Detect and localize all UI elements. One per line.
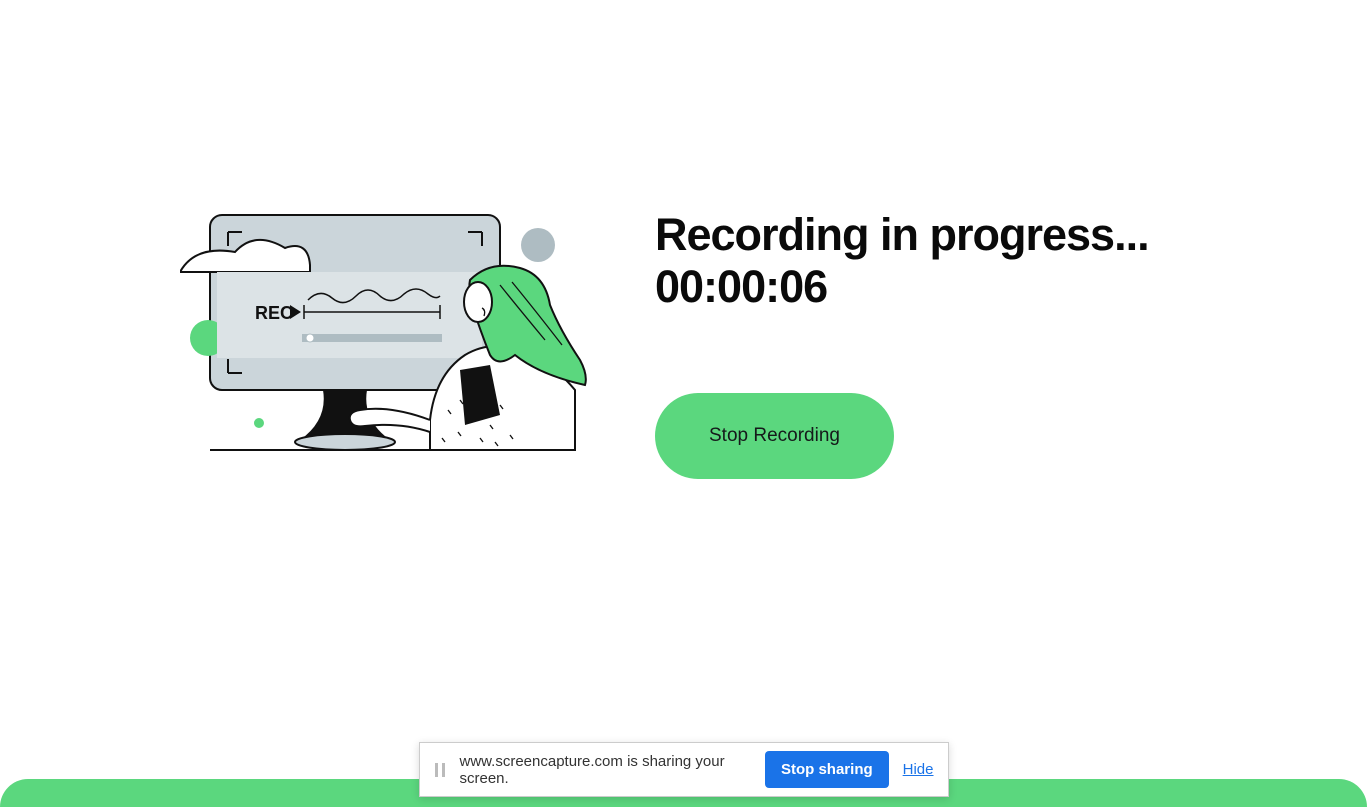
recording-timer: 00:00:06	[655, 262, 1149, 312]
hide-link[interactable]: Hide	[903, 761, 934, 778]
stop-sharing-button[interactable]: Stop sharing	[765, 751, 889, 788]
pause-icon	[434, 763, 446, 777]
share-message: www.screencapture.com is sharing your sc…	[460, 753, 765, 787]
screen-share-dialog: www.screencapture.com is sharing your sc…	[419, 742, 949, 797]
rec-label: REC	[255, 303, 293, 323]
stop-recording-button[interactable]: Stop Recording	[655, 393, 894, 479]
recording-illustration: REC	[180, 210, 600, 460]
recording-title: Recording in progress...	[655, 210, 1149, 260]
text-section: Recording in progress... 00:00:06 Stop R…	[655, 210, 1149, 479]
main-content: REC	[0, 0, 1367, 479]
